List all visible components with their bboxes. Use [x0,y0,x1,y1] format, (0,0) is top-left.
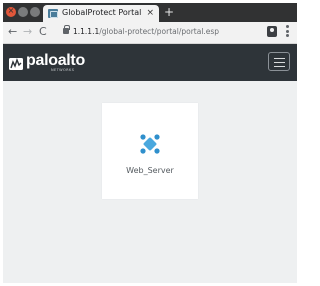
back-arrow-icon[interactable]: ← [8,25,17,39]
portal-header: paloalto NETWORKS [3,44,297,81]
paloalto-logo-mark-icon [9,57,23,70]
logo-text: paloalto [26,52,85,69]
forward-arrow-icon[interactable]: → [23,25,32,39]
new-tab-button[interactable]: + [164,5,174,19]
logo-subtext: NETWORKS [51,68,75,72]
globalprotect-favicon-icon [48,9,58,18]
reload-icon[interactable]: C [39,25,47,39]
url-path: /global-protect/portal/portal.esp [99,27,220,36]
browser-menu-icon[interactable] [286,25,289,39]
browser-toolbar: ← → C 1.1.1.1/global-protect/portal/port… [3,22,297,44]
tab-close-icon[interactable]: × [146,7,154,19]
extension-icon[interactable] [267,26,277,37]
window-minimize-button[interactable] [18,7,28,17]
window-close-icon: × [7,6,15,15]
tab-strip: × GlobalProtect Portal × + [3,3,297,22]
tab-globalprotect-portal[interactable]: GlobalProtect Portal × [43,5,159,22]
browser-window: × GlobalProtect Portal × + ← → C 1.1.1.1… [3,3,297,283]
portal-content: Web_Server [3,81,297,283]
url-host: 1.1.1.1 [73,27,100,36]
hamburger-menu-icon[interactable] [268,52,290,71]
app-tile-label: Web_Server [126,166,174,175]
lock-icon[interactable] [63,25,70,34]
app-tile-web-server[interactable]: Web_Server [102,103,198,199]
server-app-icon [140,134,160,154]
tab-title: GlobalProtect Portal [62,8,142,17]
window-close-button[interactable]: × [6,6,16,17]
address-bar[interactable]: 1.1.1.1/global-protect/portal/portal.esp [73,26,219,38]
window-maximize-button[interactable] [30,7,40,17]
